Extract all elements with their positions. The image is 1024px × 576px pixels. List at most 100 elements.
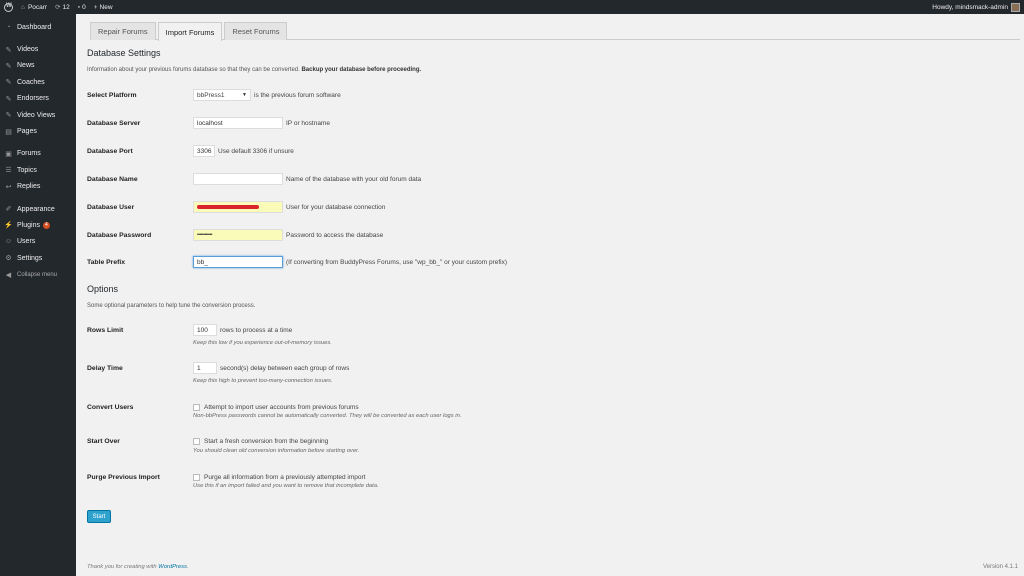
updates-link[interactable]: ⟳ 12 bbox=[51, 0, 74, 14]
database-port-desc: Use default 3306 if unsure bbox=[218, 147, 294, 155]
plug-icon: ⚡ bbox=[4, 222, 13, 230]
rows-limit-hint: Keep this low if you experience out-of-m… bbox=[193, 340, 332, 346]
sidebar-item-label: News bbox=[17, 62, 35, 70]
delay-time-desc: second(s) delay between each group of ro… bbox=[220, 364, 350, 372]
plugins-update-badge: 4 bbox=[42, 221, 50, 229]
pin-icon: ✎ bbox=[5, 112, 12, 120]
row-database-port: Database Port 3306 Use default 3306 if u… bbox=[87, 143, 1007, 159]
sidebar-item-endorsers[interactable]: ✎ Endorsers bbox=[0, 91, 76, 107]
wordpress-logo-button[interactable] bbox=[0, 0, 17, 14]
updates-count: 12 bbox=[62, 3, 70, 11]
database-settings-title: Database Settings bbox=[87, 48, 161, 58]
database-settings-desc: Information about your previous forums d… bbox=[87, 67, 421, 73]
delay-time-input[interactable]: 1 bbox=[193, 362, 217, 374]
row-database-name: Database Name Name of the database with … bbox=[87, 171, 1007, 187]
topics-icon: ☰ bbox=[5, 167, 12, 175]
database-port-input[interactable]: 3306 bbox=[193, 145, 215, 157]
sidebar-item-pages[interactable]: ▤ Pages bbox=[0, 123, 76, 139]
database-port-label: Database Port bbox=[87, 147, 133, 155]
sidebar-item-dashboard[interactable]: ◔ Dashboard bbox=[0, 19, 76, 35]
row-database-server: Database Server localhost IP or hostname bbox=[87, 115, 1007, 131]
table-prefix-desc: (If converting from BuddyPress Forums, u… bbox=[286, 258, 508, 266]
table-prefix-input[interactable]: bb_ bbox=[193, 256, 283, 268]
database-user-input[interactable] bbox=[193, 201, 283, 213]
new-label: New bbox=[99, 3, 113, 11]
collapse-menu-button[interactable]: ◀ Collapse menu bbox=[0, 266, 76, 282]
database-name-desc: Name of the database with your old forum… bbox=[286, 175, 422, 183]
collapse-menu-label: Collapse menu bbox=[17, 271, 58, 278]
database-password-label: Database Password bbox=[87, 231, 152, 239]
database-desc-text: Information about your previous forums d… bbox=[87, 67, 302, 73]
wordpress-link[interactable]: WordPress bbox=[158, 564, 187, 570]
row-table-prefix: Table Prefix bb_ (If converting from Bud… bbox=[87, 254, 1007, 270]
purge-previous-import-checkbox[interactable] bbox=[193, 473, 200, 481]
sidebar-item-topics[interactable]: ☰ Topics bbox=[0, 162, 76, 178]
sidebar-item-label: Plugins bbox=[17, 221, 40, 229]
sidebar-item-settings[interactable]: ⚙ Settings bbox=[0, 250, 76, 266]
rows-limit-label: Rows Limit bbox=[87, 326, 124, 334]
table-prefix-label: Table Prefix bbox=[87, 258, 126, 266]
site-name: Pocarr bbox=[27, 3, 48, 11]
footer-thanks-text: Thank you for creating with bbox=[87, 564, 159, 570]
new-content-link[interactable]: + New bbox=[90, 0, 117, 14]
pin-icon: ✎ bbox=[5, 62, 12, 70]
updates-icon: ⟳ bbox=[55, 4, 61, 11]
rows-limit-input[interactable]: 100 bbox=[193, 324, 217, 336]
convert-users-checkbox[interactable] bbox=[193, 403, 200, 411]
row-rows-limit: Rows Limit 100 rows to process at a time bbox=[87, 322, 1007, 338]
sidebar-item-label: Videos bbox=[17, 46, 39, 54]
avatar bbox=[1011, 2, 1020, 12]
redaction-mark bbox=[197, 205, 259, 209]
start-over-hint: You should clean old conversion informat… bbox=[193, 448, 360, 454]
database-name-input[interactable] bbox=[193, 173, 283, 185]
delay-time-label: Delay Time bbox=[87, 364, 123, 372]
greeting: Howdy, mindsmack-admin bbox=[932, 3, 1008, 11]
plus-icon: + bbox=[93, 3, 98, 11]
main-content: Repair Forums Import Forums Reset Forums… bbox=[76, 14, 1024, 576]
row-delay-time: Delay Time 1 second(s) delay between eac… bbox=[87, 360, 1007, 376]
database-server-input[interactable]: localhost bbox=[193, 117, 283, 129]
sidebar-item-label: Appearance bbox=[17, 205, 55, 213]
convert-users-desc: Attempt to import user accounts from pre… bbox=[204, 403, 359, 411]
sidebar-item-plugins[interactable]: ⚡ Plugins 4 bbox=[0, 217, 76, 233]
tab-import-forums[interactable]: Import Forums bbox=[157, 22, 223, 41]
purge-previous-import-hint: Use this if an import failed and you wan… bbox=[193, 483, 379, 489]
sidebar-item-label: Pages bbox=[17, 128, 37, 136]
select-platform-label: Select Platform bbox=[87, 91, 137, 99]
sidebar-item-news[interactable]: ✎ News bbox=[0, 58, 76, 74]
tab-reset-forums[interactable]: Reset Forums bbox=[224, 22, 288, 40]
pin-icon: ✎ bbox=[5, 79, 12, 87]
sidebar-item-users[interactable]: ☺ Users bbox=[0, 234, 76, 250]
database-server-desc: IP or hostname bbox=[286, 119, 330, 127]
sidebar-item-label: Replies bbox=[17, 183, 41, 191]
platform-select[interactable]: bbPress1 ▼ bbox=[193, 89, 251, 101]
purge-previous-import-desc: Purge all information from a previously … bbox=[204, 473, 366, 481]
database-user-desc: User for your database connection bbox=[286, 203, 386, 211]
settings-icon: ⚙ bbox=[5, 255, 12, 263]
start-over-desc: Start a fresh conversion from the beginn… bbox=[204, 437, 329, 445]
sidebar-item-appearance[interactable]: ✐ Appearance bbox=[0, 201, 76, 217]
platform-desc: is the previous forum software bbox=[254, 91, 341, 99]
site-name-link[interactable]: ⌂ Pocarr bbox=[17, 0, 51, 14]
collapse-icon: ◀ bbox=[5, 271, 12, 279]
footer-thanks-suffix: . bbox=[186, 564, 189, 570]
start-over-checkbox[interactable] bbox=[193, 437, 200, 445]
database-password-input[interactable]: •••••••••••• bbox=[193, 229, 283, 241]
convert-users-label: Convert Users bbox=[87, 403, 134, 411]
row-database-password: Database Password •••••••••••• Password … bbox=[87, 227, 1007, 243]
account-menu[interactable]: Howdy, mindsmack-admin bbox=[928, 0, 1024, 14]
sidebar-item-forums[interactable]: ▣ Forums bbox=[0, 146, 76, 162]
tab-repair-forums[interactable]: Repair Forums bbox=[90, 22, 156, 40]
comments-link[interactable]: ▪ 0 bbox=[74, 0, 90, 14]
sidebar-item-label: Users bbox=[17, 238, 36, 246]
sidebar-item-video-views[interactable]: ✎ Video Views bbox=[0, 107, 76, 123]
dashboard-icon: ◔ bbox=[6, 23, 11, 31]
footer-version: Version 4.1.1 bbox=[982, 564, 1018, 570]
sidebar-item-replies[interactable]: ↩ Replies bbox=[0, 179, 76, 195]
sidebar-item-coaches[interactable]: ✎ Coaches bbox=[0, 74, 76, 90]
sidebar-item-videos[interactable]: ✎ Videos bbox=[0, 41, 76, 57]
footer-thanks: Thank you for creating with WordPress. bbox=[87, 564, 189, 570]
start-button[interactable]: Start bbox=[87, 510, 111, 523]
start-over-label: Start Over bbox=[87, 437, 120, 445]
row-database-user: Database User User for your database con… bbox=[87, 199, 1007, 215]
